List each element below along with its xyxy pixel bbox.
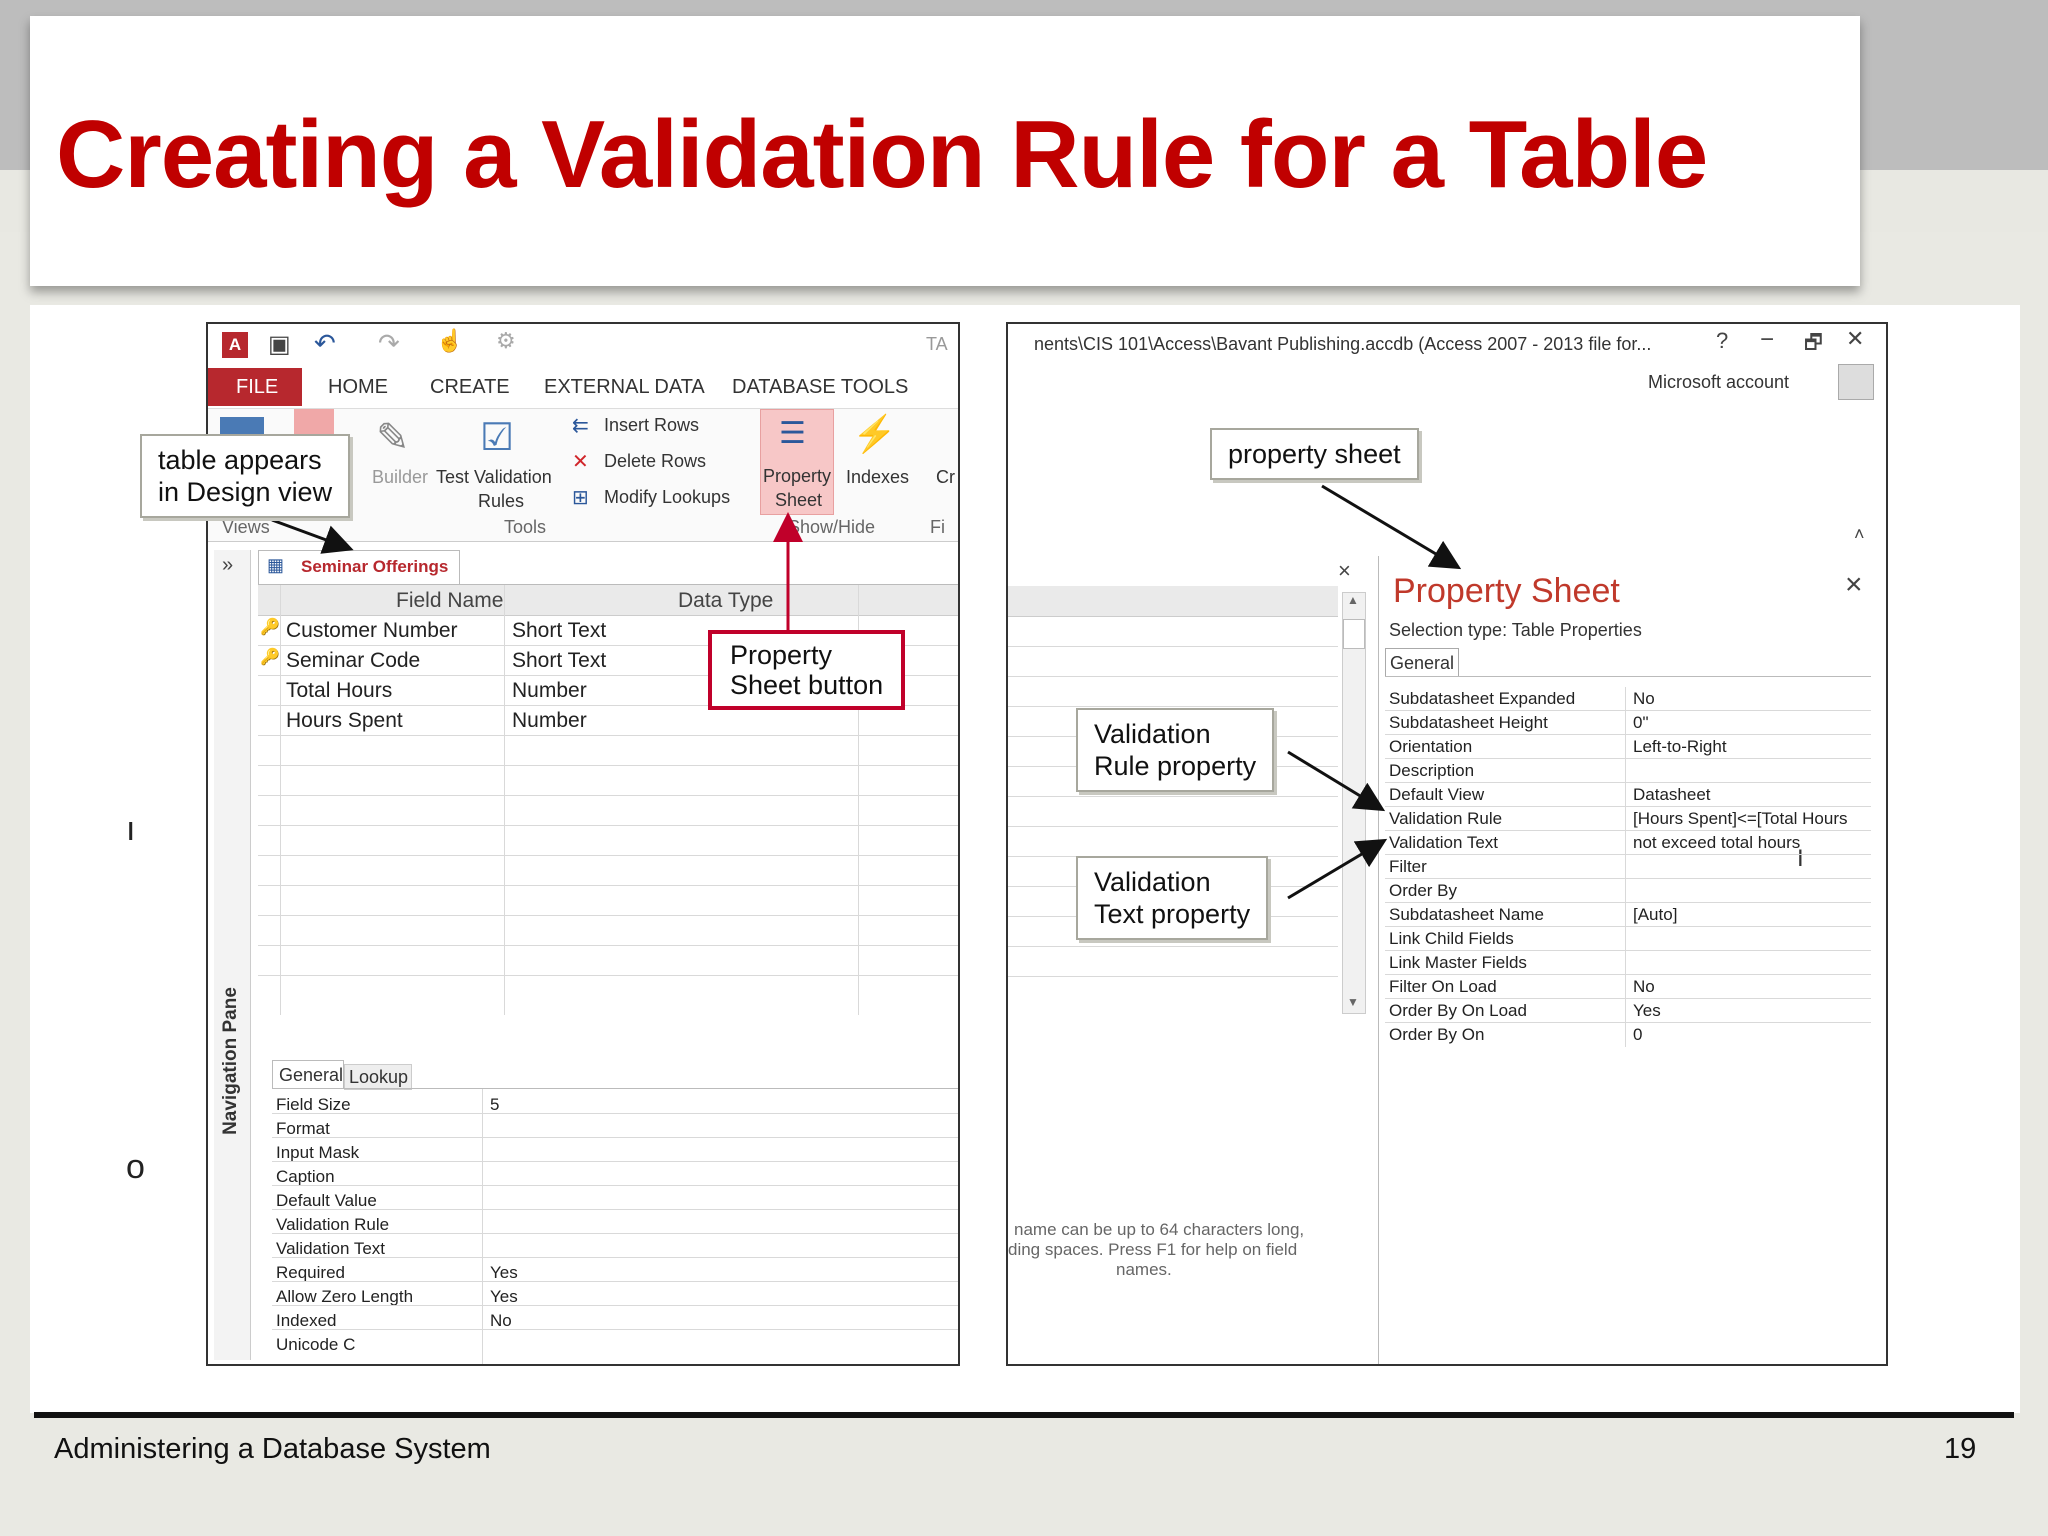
callout-line: Validation: [1094, 719, 1211, 749]
callout-line: property sheet: [1228, 439, 1401, 469]
callout-line: in Design view: [158, 477, 333, 507]
arrow-validation-text: [1287, 838, 1388, 900]
callout-line: Property: [730, 640, 833, 670]
callout-validation-text: Validation Text property: [1076, 856, 1269, 940]
callout-property-sheet-button: Property Sheet button: [708, 630, 906, 710]
callout-line: Rule property: [1094, 751, 1257, 781]
page-number: 19: [1944, 1433, 1977, 1465]
callout-line: Text property: [1094, 899, 1251, 929]
callout-validation-rule: Validation Rule property: [1076, 708, 1275, 792]
arrow-property-sheet: [1321, 484, 1462, 570]
footer-divider: [34, 1412, 2014, 1418]
arrow-design-view: [271, 518, 354, 554]
callout-line: Validation: [1094, 867, 1211, 897]
callout-arrows: [271, 484, 1462, 900]
callout-line: table appears: [158, 445, 322, 475]
footer-text: Administering a Database System: [54, 1433, 491, 1465]
callout-design-view: table appears in Design view: [140, 434, 351, 518]
arrow-validation-rule: [1287, 750, 1386, 812]
callout-property-sheet: property sheet: [1210, 428, 1419, 480]
callout-line: Sheet button: [730, 670, 884, 700]
